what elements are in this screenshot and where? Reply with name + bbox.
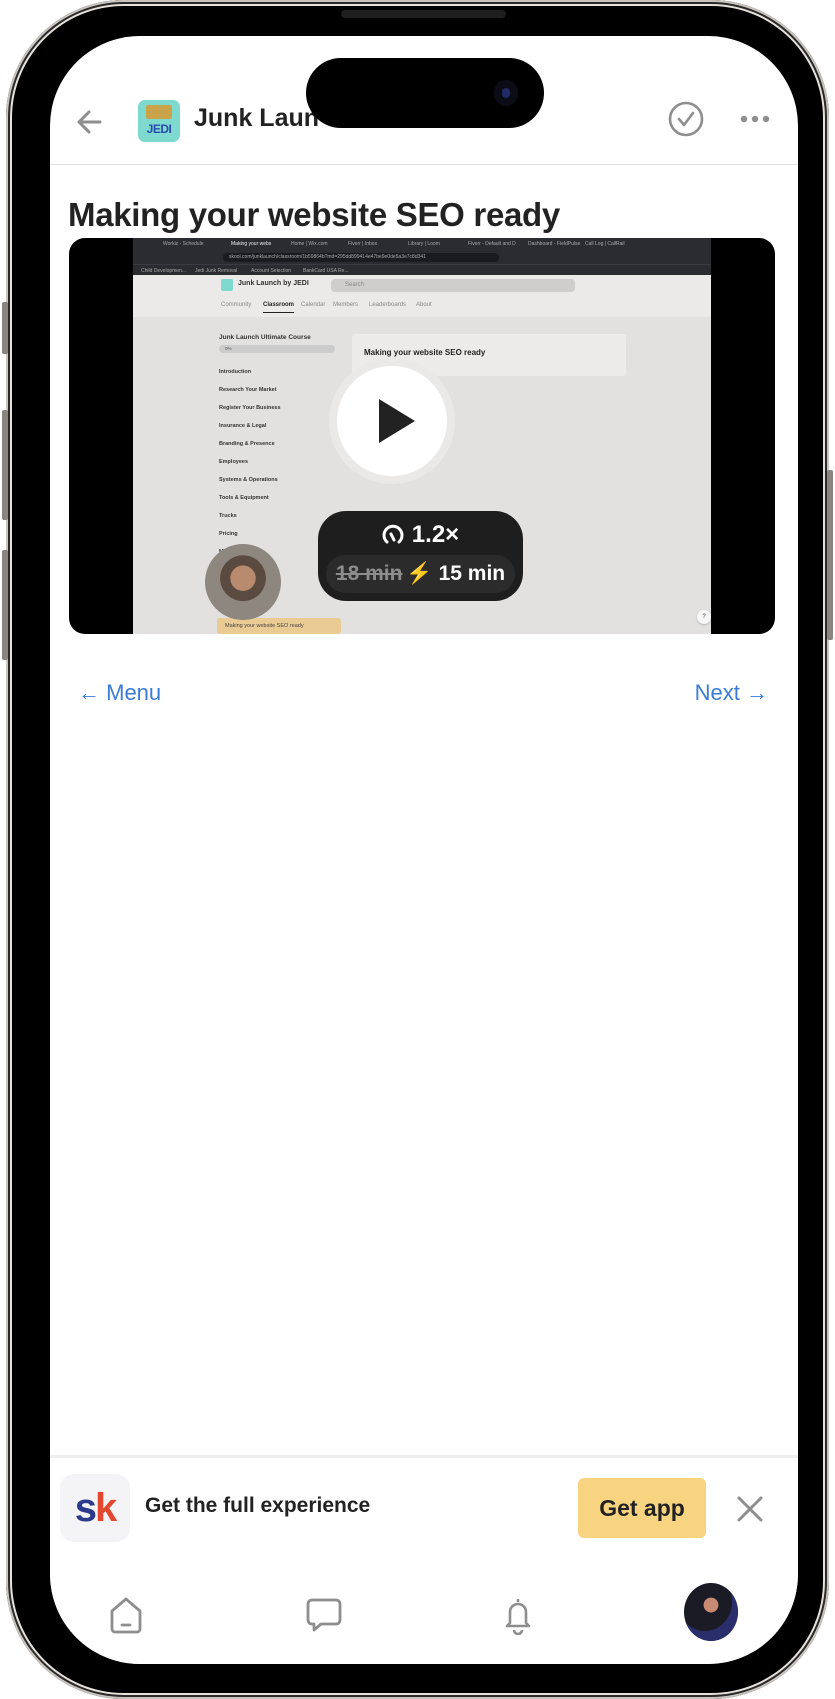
bottom-tab-bar (50, 1557, 798, 1664)
group-name[interactable]: Junk Laun (194, 104, 319, 133)
arrow-right-icon: → (739, 680, 768, 705)
profile-avatar[interactable] (684, 1583, 738, 1641)
more-options-icon[interactable] (740, 112, 770, 126)
action-button (2, 302, 8, 354)
playback-speed-badge[interactable]: 1.2× 18 min ⚡ 15 min (318, 511, 523, 601)
mark-complete-icon[interactable] (667, 100, 705, 138)
close-icon[interactable] (735, 1494, 765, 1524)
power-button (827, 470, 833, 640)
group-logo[interactable]: JEDI (138, 100, 180, 142)
earpiece (341, 10, 506, 18)
volume-up-button (2, 410, 8, 520)
next-button[interactable]: Next → (695, 680, 768, 706)
lightning-icon: ⚡ (406, 562, 433, 585)
dynamic-island (306, 58, 544, 128)
browser-tab-bar: Workiz - Schedule Making your webs Home … (133, 238, 711, 251)
screen: JEDI Junk Laun Making your website SEO r… (50, 36, 798, 1664)
skool-app-logo: sk (60, 1474, 130, 1542)
back-arrow-icon[interactable] (72, 104, 108, 140)
play-button[interactable] (337, 366, 447, 476)
arrow-left-icon: ← (78, 680, 107, 705)
notifications-bell-icon[interactable] (498, 1595, 538, 1635)
video-player[interactable]: Workiz - Schedule Making your webs Home … (69, 238, 775, 634)
community-logo (221, 279, 233, 291)
app-install-banner: sk Get the full experience Get app (50, 1455, 798, 1560)
browser-url-bar: skool.com/junklaunch/classroom/1b59864b?… (133, 251, 711, 264)
volume-down-button (2, 550, 8, 660)
presenter-webcam (205, 544, 281, 620)
skool-header: Junk Launch by JEDI Search Community Cla… (133, 275, 711, 317)
get-app-button[interactable]: Get app (578, 1478, 706, 1538)
home-icon[interactable] (106, 1595, 146, 1635)
speedometer-icon (382, 524, 404, 544)
banner-text: Get the full experience (145, 1494, 371, 1517)
page-title: Making your website SEO ready (68, 196, 560, 233)
lesson-navigation: ← Menu Next → (50, 674, 798, 714)
camera-icon (494, 80, 518, 106)
menu-button[interactable]: ← Menu (78, 680, 161, 706)
phone-frame: JEDI Junk Laun Making your website SEO r… (2, 0, 833, 1699)
chat-icon[interactable] (304, 1595, 344, 1635)
